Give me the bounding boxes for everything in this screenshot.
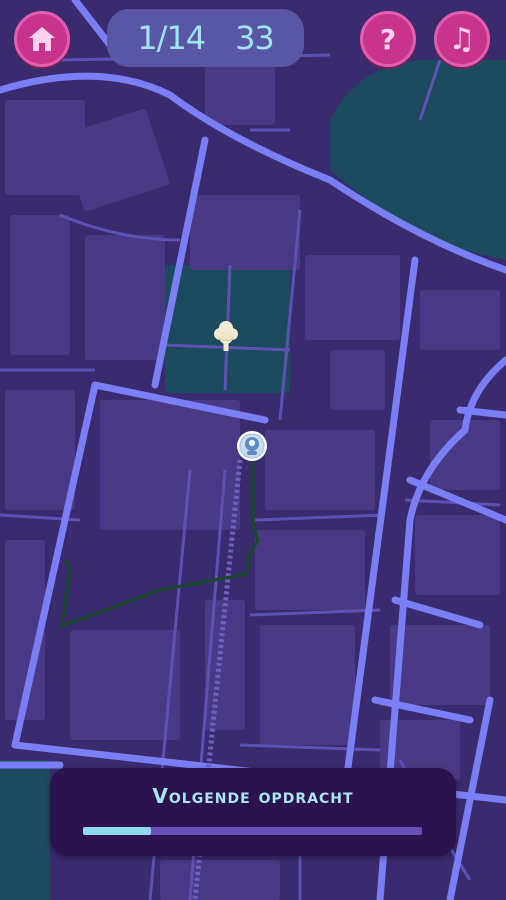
music-button[interactable]: ♫ bbox=[434, 11, 490, 67]
level-progress-text: 1/14 bbox=[137, 19, 206, 57]
question-mark-icon: ? bbox=[380, 23, 396, 56]
score-text: 33 bbox=[235, 19, 275, 57]
game-screen: 1/14 33 ? ♫ Volgende opdracht bbox=[0, 0, 506, 900]
svg-text:?: ? bbox=[380, 23, 396, 56]
player-location-marker[interactable] bbox=[237, 431, 267, 461]
home-icon bbox=[29, 27, 55, 51]
next-task-panel: Volgende opdracht bbox=[50, 768, 456, 856]
city-map[interactable] bbox=[0, 0, 506, 900]
task-progress-bar bbox=[83, 827, 422, 835]
level-score-counter: 1/14 33 bbox=[107, 9, 304, 67]
music-note-icon: ♫ bbox=[449, 22, 476, 56]
home-button[interactable] bbox=[14, 11, 70, 67]
svg-text:♫: ♫ bbox=[449, 22, 476, 56]
task-progress-fill bbox=[83, 827, 151, 835]
help-button[interactable]: ? bbox=[360, 11, 416, 67]
next-task-button[interactable]: Volgende opdracht bbox=[50, 784, 456, 808]
